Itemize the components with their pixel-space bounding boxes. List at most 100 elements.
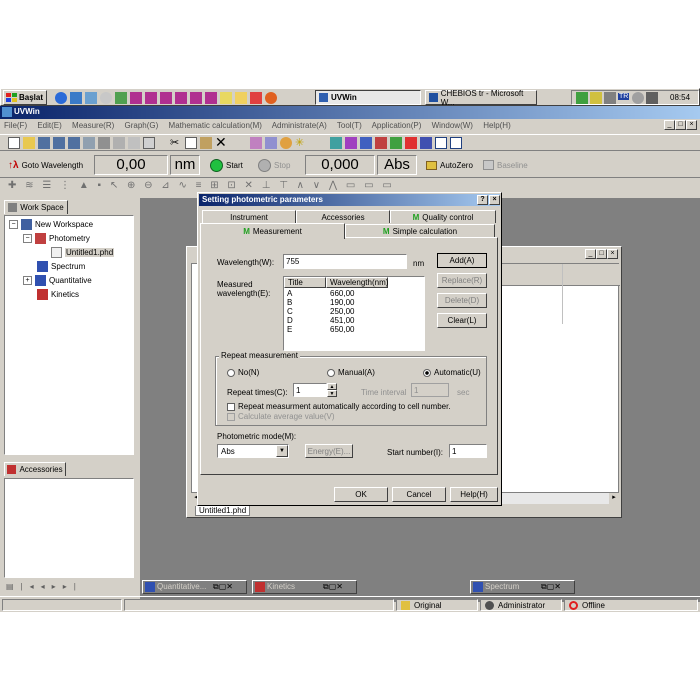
- list-row[interactable]: B 190,00: [287, 298, 407, 307]
- goto-wavelength-button[interactable]: ↑λ Goto Wavelength: [8, 158, 83, 172]
- spin-up-icon[interactable]: ▲: [327, 383, 337, 390]
- min-spec-controls[interactable]: ⧉▢✕: [541, 582, 561, 592]
- list-header-wavelength[interactable]: Wavelength(nm): [326, 277, 388, 288]
- menu-math[interactable]: Mathematic calculation(M): [169, 121, 262, 130]
- tab-accessories[interactable]: Accessories: [4, 462, 66, 476]
- tree-photometry[interactable]: − Photometry: [23, 233, 90, 244]
- menu-measure[interactable]: Measure(R): [72, 121, 114, 130]
- delete-button[interactable]: Delete(D): [437, 293, 487, 308]
- task-word[interactable]: CHEBIOS tr - Microsoft W...: [425, 89, 537, 107]
- repeat-times-spinner[interactable]: ▲ ▼: [327, 383, 337, 397]
- start-number-input[interactable]: [449, 444, 487, 458]
- outlook-icon[interactable]: [70, 92, 82, 104]
- app-icon-10[interactable]: [250, 92, 262, 104]
- minimized-quantitative[interactable]: Quantitative... ⧉▢✕: [142, 580, 247, 594]
- measured-wavelength-list[interactable]: Title Wavelength(nm) A 660,00 B 190,00 C 25…: [283, 276, 425, 351]
- menu-graph[interactable]: Graph(G): [125, 121, 159, 130]
- app-icon-2[interactable]: [115, 92, 127, 104]
- list-row[interactable]: E 650,00: [287, 325, 407, 334]
- tab-simple-calculation[interactable]: M Simple calculation: [345, 224, 495, 237]
- layout-icon-2[interactable]: [435, 137, 447, 149]
- layout-icon-3[interactable]: [450, 137, 462, 149]
- tab-quality-control[interactable]: M Quality control: [390, 210, 496, 223]
- menu-window[interactable]: Window(W): [432, 121, 473, 130]
- graph-tool-icons[interactable]: ✚ ≋ ☰ ⋮ ▲ ▪ ↖ ⊕ ⊖ ⊿ ∿ ≡ ⊞ ⊡ ✕ ⊥ ⊤ ∧ ∨ ⋀ …: [8, 180, 395, 191]
- first-icon[interactable]: |◂: [21, 582, 41, 591]
- task-uvwin[interactable]: UVWin: [315, 90, 421, 105]
- menu-application[interactable]: Application(P): [372, 121, 422, 130]
- app-icon-9[interactable]: [220, 92, 232, 104]
- dialog-close-button[interactable]: ×: [489, 195, 500, 205]
- dna-icon[interactable]: [390, 137, 402, 149]
- save-as-icon[interactable]: [68, 137, 80, 149]
- tree-file[interactable]: Untitled1.phd: [51, 247, 115, 258]
- mdi-minimize-button[interactable]: _: [664, 120, 675, 130]
- folder-icon[interactable]: [235, 92, 247, 104]
- dialog-title-bar[interactable]: Setting photometric parameters ? ×: [199, 194, 500, 206]
- tray-icon-1[interactable]: [576, 92, 588, 104]
- tool-icon-1[interactable]: [250, 137, 262, 149]
- tab-measurement[interactable]: M Measurement: [200, 223, 345, 239]
- save-all-icon[interactable]: [53, 137, 65, 149]
- background-tab[interactable]: Untitled1.phd: [195, 506, 251, 516]
- app-title-bar[interactable]: UVWin: [0, 106, 700, 119]
- tray-language[interactable]: TR: [618, 93, 630, 100]
- stop-measure-button[interactable]: Stop: [258, 157, 290, 173]
- autozero-button[interactable]: AutoZero: [426, 158, 473, 172]
- min-kin-controls[interactable]: ⧉▢✕: [323, 582, 343, 592]
- delete-icon[interactable]: ✕: [215, 135, 227, 149]
- menu-tool[interactable]: Tool(T): [337, 121, 362, 130]
- menu-file[interactable]: File(F): [4, 121, 27, 130]
- average-checkbox[interactable]: Calculate average value(V): [227, 412, 335, 421]
- tray-icon-5[interactable]: [646, 92, 658, 104]
- radio-manual[interactable]: Manual(A): [327, 368, 375, 377]
- time-interval-input[interactable]: [411, 383, 449, 397]
- app-icon-11[interactable]: [265, 92, 277, 104]
- tray-icon-4[interactable]: [632, 92, 644, 104]
- settings-icon[interactable]: ✳: [295, 137, 307, 149]
- start-button[interactable]: Başlat: [3, 90, 47, 105]
- energy-button[interactable]: Energy(E)...: [305, 444, 353, 458]
- bg-close-button[interactable]: ×: [607, 249, 618, 259]
- min-quant-controls[interactable]: ⧉▢✕: [213, 582, 233, 592]
- clear-button[interactable]: Clear(L): [437, 313, 487, 328]
- spin-down-icon[interactable]: ▼: [327, 390, 337, 397]
- radio-automatic[interactable]: Automatic(U): [423, 368, 481, 377]
- trash-icon[interactable]: ▤: [6, 582, 21, 591]
- last-icon[interactable]: ▸|: [63, 582, 83, 591]
- app-red-icon[interactable]: [405, 137, 417, 149]
- tree-quantitative[interactable]: + Quantitative: [23, 275, 92, 286]
- add-button[interactable]: Add(A): [437, 253, 487, 268]
- list-row[interactable]: C 250,00: [287, 307, 407, 316]
- next-icon[interactable]: ▸: [52, 582, 63, 591]
- mdi-restore-button[interactable]: □: [675, 120, 686, 130]
- baseline-button[interactable]: Baseline: [483, 158, 528, 172]
- ok-button[interactable]: OK: [334, 487, 388, 502]
- dialog-help-button[interactable]: ?: [477, 195, 488, 205]
- cut-icon[interactable]: ✂: [170, 137, 182, 149]
- copy-file-icon[interactable]: [83, 137, 95, 149]
- tray-icon-2[interactable]: [590, 92, 602, 104]
- wavelength-input[interactable]: [283, 254, 407, 269]
- radio-no[interactable]: No(N): [227, 368, 259, 377]
- photometric-mode-select[interactable]: Abs ▼: [217, 444, 289, 458]
- photometry-icon[interactable]: [330, 137, 342, 149]
- minimized-kinetics[interactable]: Kinetics ⧉▢✕: [252, 580, 357, 594]
- report-icon[interactable]: [143, 137, 155, 149]
- tab-workspace[interactable]: Work Space: [4, 200, 68, 214]
- app-icon-3[interactable]: [130, 92, 142, 104]
- tree-root[interactable]: − New Workspace: [9, 219, 93, 230]
- page-setup-icon[interactable]: [128, 137, 140, 149]
- print-icon[interactable]: [98, 137, 110, 149]
- app-icon-4[interactable]: [145, 92, 157, 104]
- tree-spectrum[interactable]: Spectrum: [37, 261, 85, 272]
- chevron-down-icon[interactable]: ▼: [276, 445, 288, 457]
- replace-button[interactable]: Replace(R): [437, 273, 487, 288]
- app-icon-8[interactable]: [205, 92, 217, 104]
- tool-icon-2[interactable]: [265, 137, 277, 149]
- app-icon-5[interactable]: [160, 92, 172, 104]
- quantitative-icon[interactable]: [360, 137, 372, 149]
- ie-icon[interactable]: [55, 92, 67, 104]
- start-measure-button[interactable]: Start: [210, 157, 243, 173]
- auto-repeat-checkbox[interactable]: Repeat measurment automatically accordin…: [227, 402, 451, 411]
